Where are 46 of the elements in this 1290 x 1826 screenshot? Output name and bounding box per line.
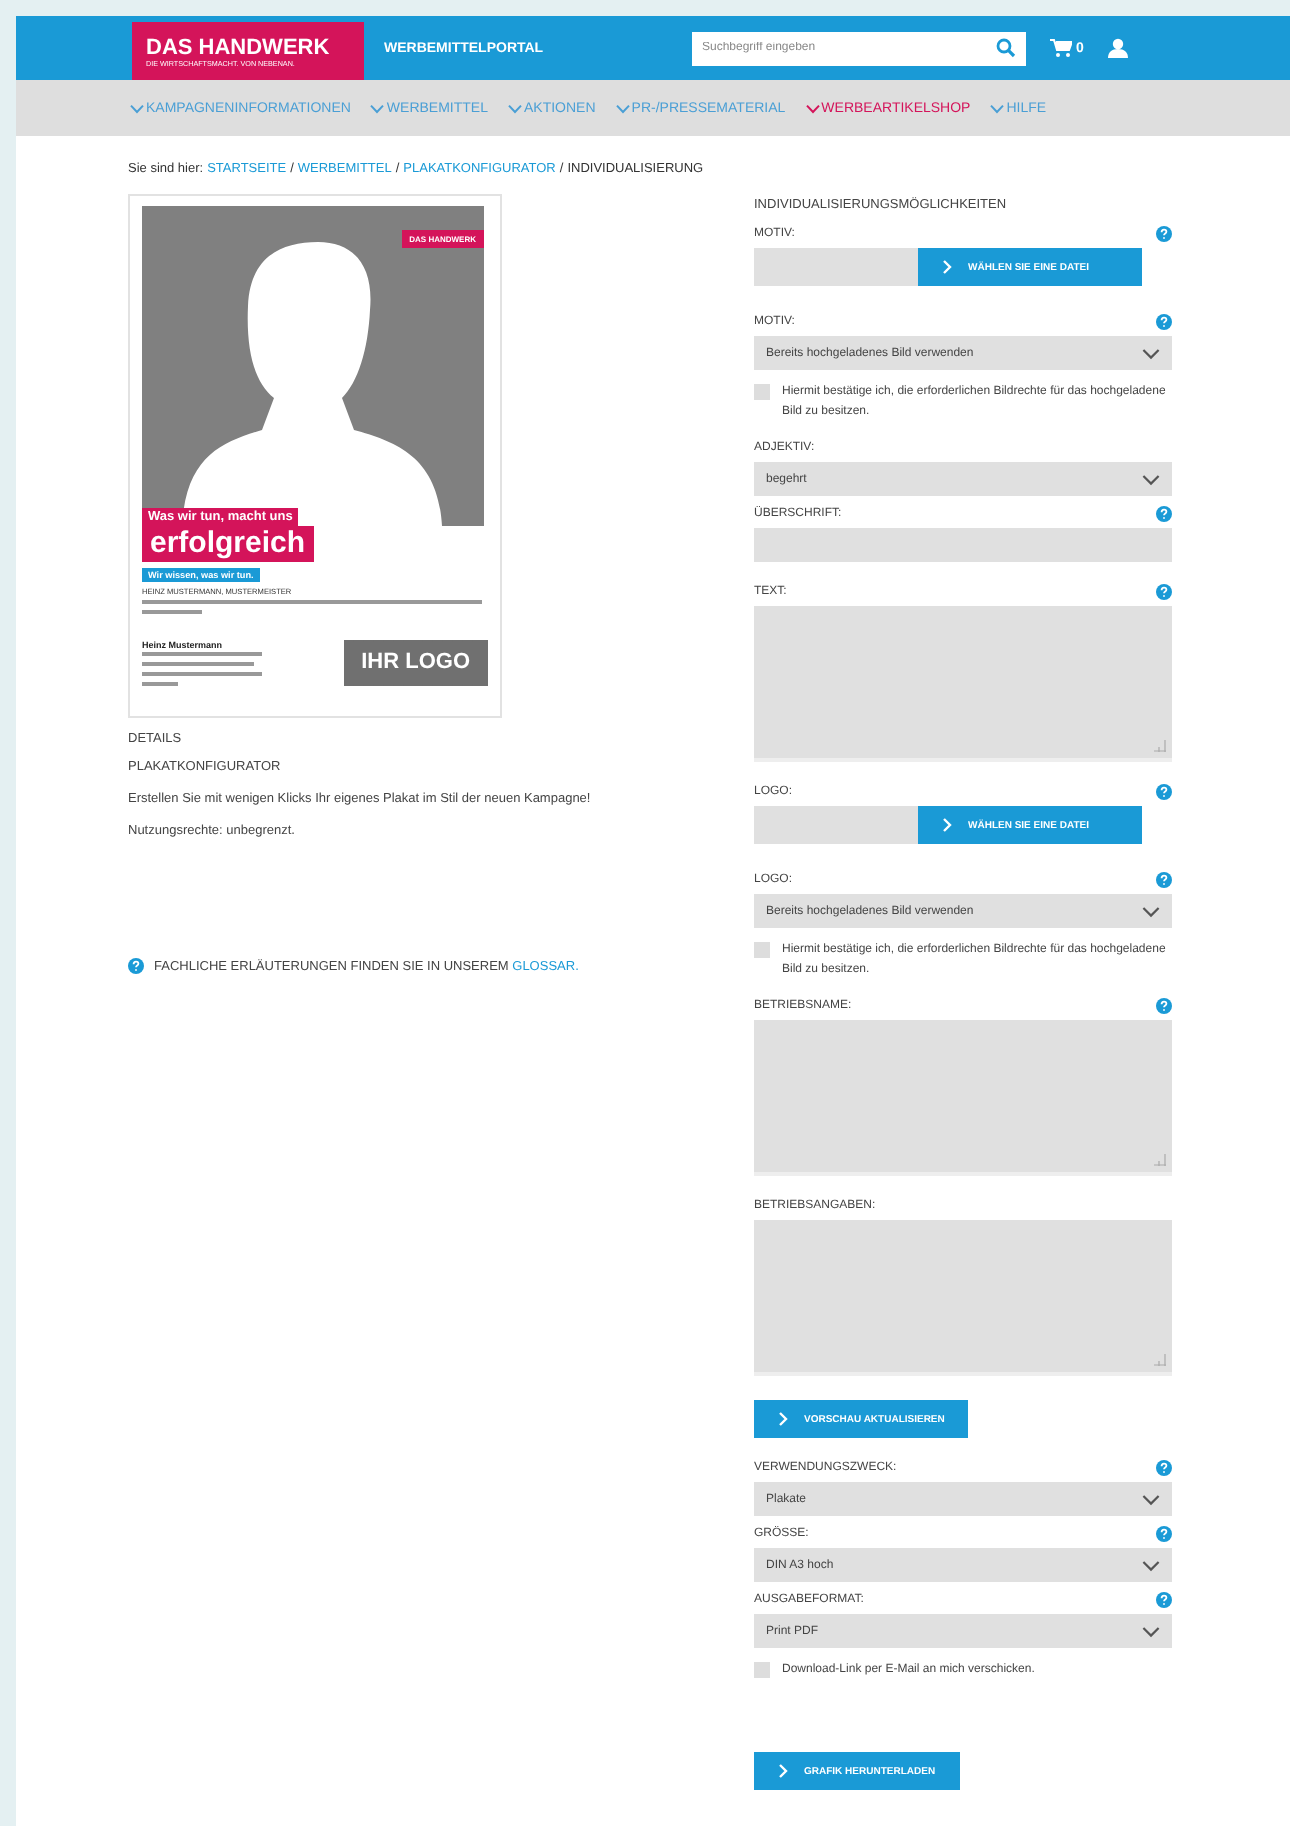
input-field[interactable] [754,528,1172,562]
file-field[interactable] [754,248,918,286]
help-icon[interactable] [1156,583,1172,599]
chevron-icon [990,103,1005,113]
help-icon[interactable] [1156,783,1172,799]
chevron-icon [805,103,820,113]
help-icon[interactable] [1156,313,1172,329]
chevron-right-icon [778,1412,788,1426]
chevron-icon [1142,1559,1160,1571]
chevron-icon [1142,905,1160,917]
resize-grip-icon[interactable] [1154,1354,1166,1366]
cart-icon[interactable] [1050,38,1072,58]
resize-grip-icon[interactable] [1154,740,1166,752]
user-icon[interactable] [1107,38,1128,58]
logo-plate: IHR LOGO [343,640,488,686]
search-icon[interactable] [996,38,1016,58]
help-icon[interactable] [1156,871,1172,887]
chevron-right-icon [778,1764,788,1778]
chevron-icon [1142,1625,1160,1637]
chevron-right-icon [942,818,952,832]
chevron-icon [1142,347,1160,359]
chevron-icon [1142,473,1160,485]
textarea-field[interactable] [754,1020,1172,1176]
resize-grip-icon[interactable] [1154,1154,1166,1166]
textarea-field[interactable] [754,606,1172,762]
chevron-icon [507,103,522,113]
help-icon[interactable] [1156,1459,1172,1475]
help-icon [128,958,144,974]
help-icon[interactable] [1156,1591,1172,1607]
help-icon[interactable] [1156,997,1172,1013]
poster-headline: erfolgreich [142,526,314,562]
chevron-icon [370,103,385,113]
chevron-icon [130,103,144,113]
textarea-field[interactable] [754,1220,1172,1376]
checkbox[interactable] [754,1662,770,1678]
help-icon[interactable] [1156,1525,1172,1541]
checkbox[interactable] [754,942,770,958]
file-field[interactable] [754,806,918,844]
chevron-icon [615,103,630,113]
help-icon[interactable] [1156,505,1172,521]
checkbox[interactable] [754,384,770,400]
help-icon[interactable] [1156,225,1172,241]
fine-print-drawing [142,652,262,686]
logo-title: DAS HANDWERK [146,35,332,59]
chevron-right-icon [942,260,952,274]
chevron-icon [1142,1493,1160,1505]
